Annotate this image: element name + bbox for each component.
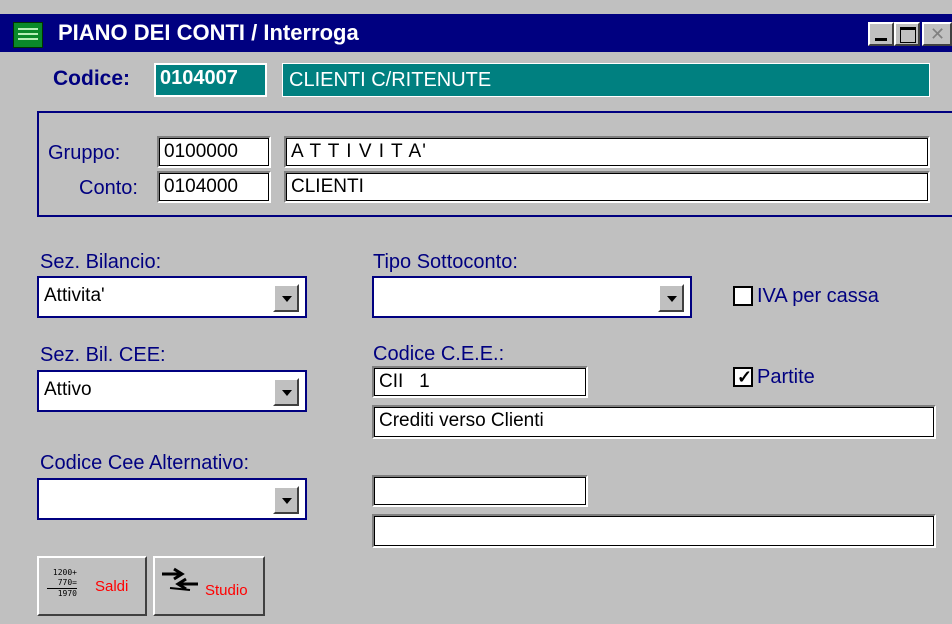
sez-bil-cee-label: Sez. Bil. CEE:	[40, 344, 166, 366]
partite-checkbox[interactable]: ✓	[733, 367, 753, 387]
close-icon: ✕	[930, 24, 946, 44]
calculator-icon: 1200+ 770= 1970	[47, 568, 77, 599]
maximize-icon	[900, 27, 916, 43]
studio-arrows-icon	[162, 567, 198, 591]
checkmark-icon: ✓	[737, 367, 753, 387]
tipo-sottoconto-select[interactable]	[372, 276, 692, 318]
sez-bil-cee-select[interactable]: Attivo	[37, 370, 307, 412]
codice-cee-code-field[interactable]: CII 1	[372, 366, 588, 398]
saldi-icon-line-2: 770=	[47, 578, 77, 589]
codice-cee-alternativo-select[interactable]	[37, 478, 307, 520]
tipo-sottoconto-label: Tipo Sottoconto:	[373, 251, 518, 273]
codice-cee-alternativo-description-field[interactable]	[372, 514, 936, 548]
minimize-button[interactable]	[868, 22, 894, 46]
saldi-icon-line-1: 1200+	[52, 568, 77, 577]
saldi-label: Saldi	[95, 578, 129, 595]
gruppo-code-field[interactable]: 0100000	[157, 136, 271, 168]
chevron-down-icon[interactable]	[658, 284, 684, 312]
saldi-button[interactable]: 1200+ 770= 1970 Saldi	[37, 556, 147, 616]
partite-label[interactable]: Partite	[757, 365, 815, 389]
codice-description-field[interactable]: CLIENTI C/RITENUTE	[282, 63, 930, 97]
close-button[interactable]: ✕	[922, 22, 952, 46]
conto-code-field[interactable]: 0104000	[157, 171, 271, 203]
conto-label: Conto:	[79, 177, 138, 199]
gruppo-description-field[interactable]: A T T I V I T A'	[284, 136, 930, 168]
studio-label: Studio	[205, 582, 248, 599]
gruppo-label: Gruppo:	[48, 142, 121, 164]
chevron-down-icon[interactable]	[273, 284, 299, 312]
iva-per-cassa-label[interactable]: IVA per cassa	[757, 284, 879, 308]
codice-label: Codice:	[53, 67, 131, 90]
app-icon	[13, 22, 43, 48]
sez-bilancio-value: Attivita'	[44, 285, 105, 306]
minimize-icon	[875, 38, 887, 41]
chevron-down-icon[interactable]	[273, 378, 299, 406]
chevron-down-icon[interactable]	[273, 486, 299, 514]
codice-cee-label: Codice C.E.E.:	[373, 343, 505, 365]
window-title: PIANO DEI CONTI / Interroga	[58, 20, 359, 45]
sez-bilancio-label: Sez. Bilancio:	[40, 251, 162, 273]
codice-cee-alternativo-code-field[interactable]	[372, 475, 588, 507]
saldi-icon-line-3: 1970	[57, 589, 77, 598]
codice-cee-description-field[interactable]: Crediti verso Clienti	[372, 405, 936, 439]
sez-bilancio-select[interactable]: Attivita'	[37, 276, 307, 318]
maximize-button[interactable]	[894, 22, 920, 46]
codice-cee-alternativo-label: Codice Cee Alternativo:	[40, 452, 250, 474]
iva-per-cassa-checkbox[interactable]	[733, 286, 753, 306]
sez-bil-cee-value: Attivo	[44, 379, 92, 400]
codice-code-field[interactable]: 0104007	[154, 63, 267, 97]
conto-description-field[interactable]: CLIENTI	[284, 171, 930, 203]
studio-button[interactable]: Studio	[153, 556, 265, 616]
